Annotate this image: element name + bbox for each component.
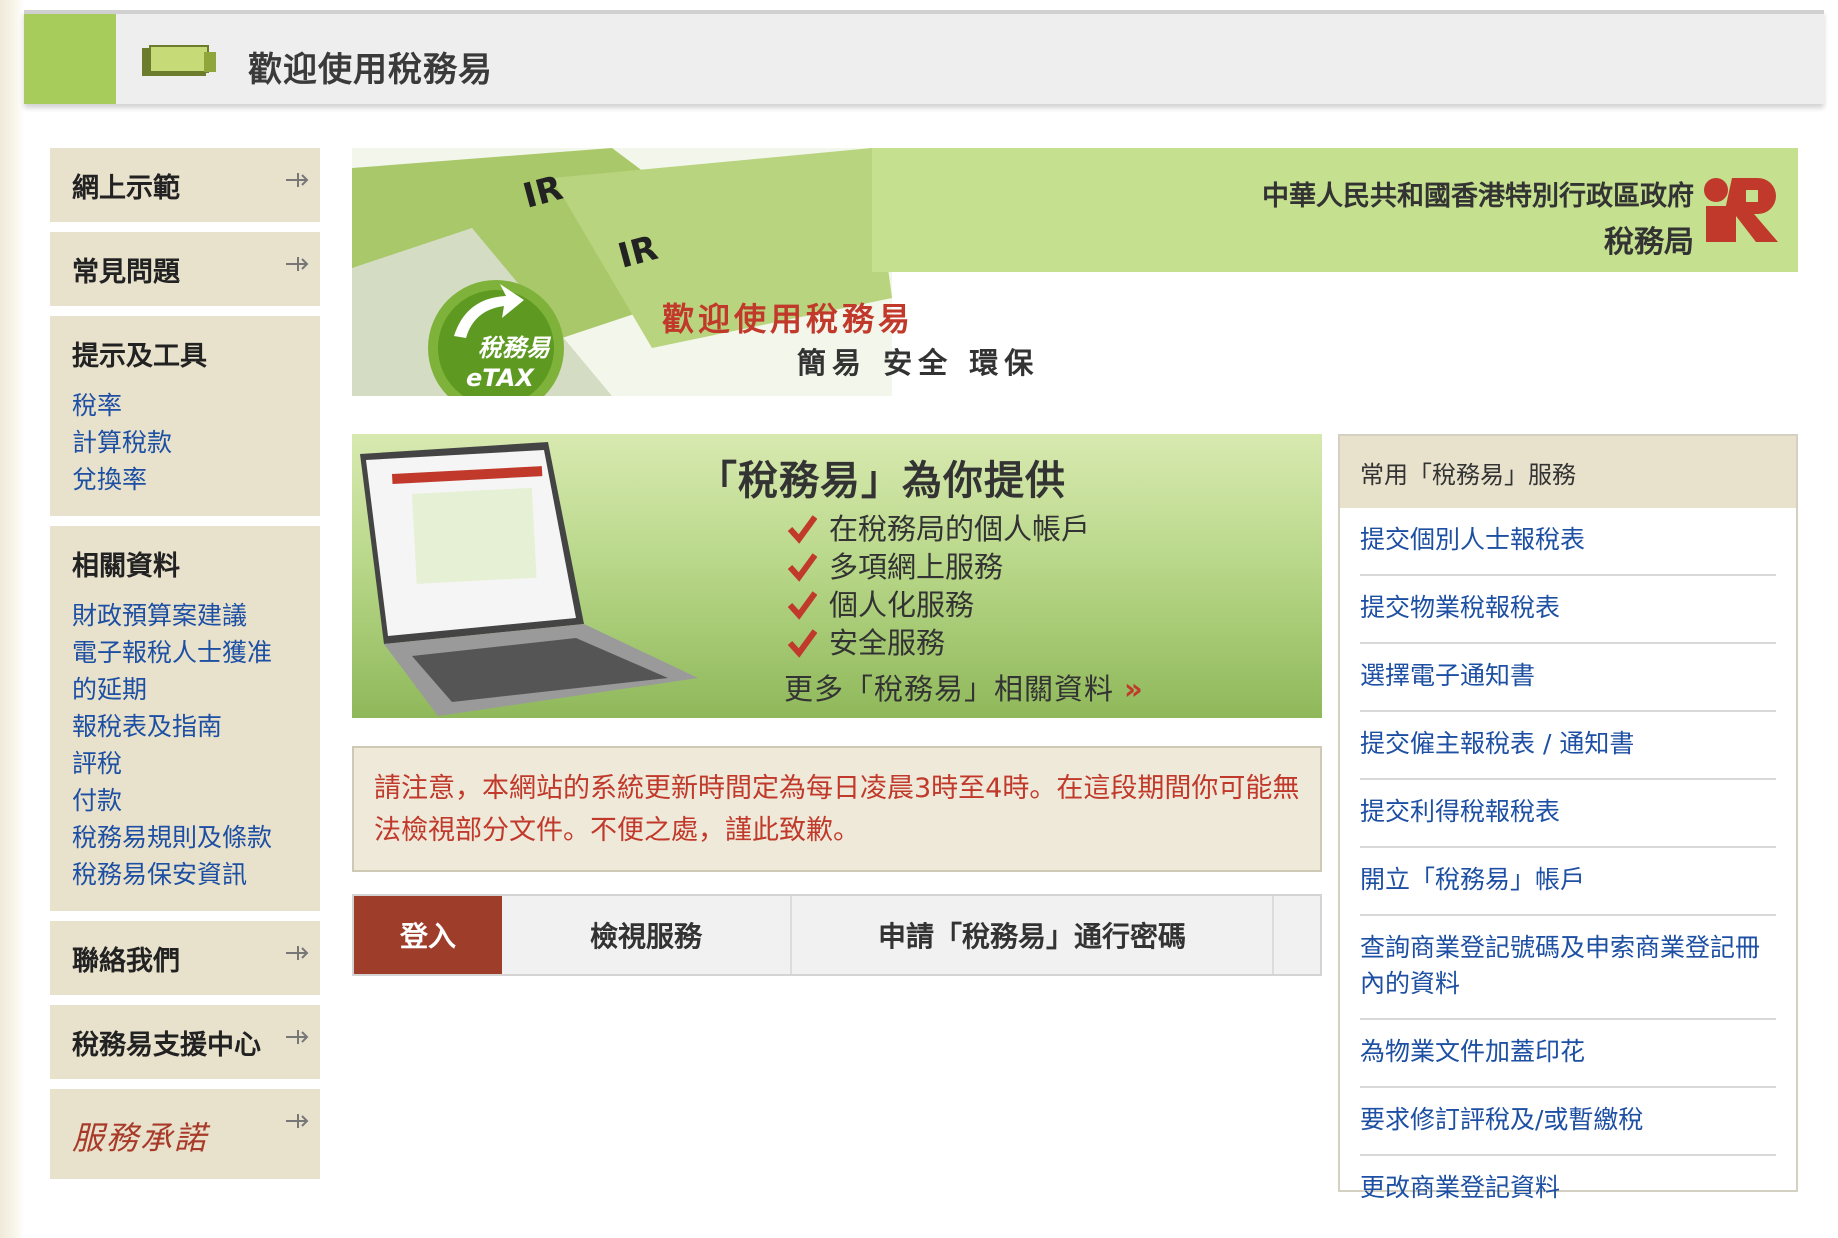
promo-more-link[interactable]: 更多「稅務易」相關資料» — [784, 666, 1144, 708]
promo-feature: 多項網上服務 — [787, 548, 1090, 586]
services-list: 提交個別人士報稅表 提交物業稅報稅表 選擇電子通知書 提交僱主報稅表 / 通知書… — [1340, 508, 1796, 1222]
service-link[interactable]: 開立「稅務易」帳戶 — [1360, 862, 1776, 898]
checkmark-icon — [787, 629, 817, 658]
promo-feature: 在稅務局的個人帳戶 — [787, 510, 1090, 548]
ird-logo-icon — [1704, 178, 1778, 242]
left-sidebar: 網上示範 常見問題 提示及工具 稅率 計算稅款 兌換率 相關資料 財政預算案建議… — [50, 148, 320, 1189]
double-chevron-right-icon: » — [1124, 672, 1144, 706]
sidebar-item-label: 稅務易支援中心 — [72, 1030, 261, 1061]
service-link[interactable]: 提交個別人士報稅表 — [1360, 522, 1776, 558]
checkmark-icon — [787, 515, 817, 544]
service-link[interactable]: 更改商業登記資料 — [1360, 1170, 1776, 1206]
sidebar-link-security[interactable]: 稅務易保安資訊 — [72, 856, 298, 893]
banner-tagline: 簡易 安全 環保 — [797, 346, 1040, 380]
arrow-right-icon — [286, 1030, 309, 1044]
header-bar: 歡迎使用稅務易 — [24, 10, 1824, 104]
sidebar-link-extension[interactable]: 電子報稅人士獲准 — [72, 634, 298, 671]
svg-text:稅務易: 稅務易 — [478, 334, 552, 362]
service-link[interactable]: 提交利得稅報稅表 — [1360, 794, 1776, 830]
sidebar-item-contact[interactable]: 聯絡我們 — [50, 921, 320, 995]
common-services-panel: 常用「稅務易」服務 提交個別人士報稅表 提交物業稅報稅表 選擇電子通知書 提交僱… — [1338, 434, 1798, 1202]
service-link[interactable]: 查詢商業登記號碼及申索商業登記冊內的資料 — [1360, 930, 1776, 1002]
sidebar-item-performance-pledge[interactable]: 服務承諾 — [50, 1089, 320, 1179]
checkmark-icon — [787, 591, 817, 620]
arrow-right-icon — [286, 173, 309, 187]
promo-title: 「稅務易」為你提供 — [697, 458, 1066, 504]
promo-feature: 安全服務 — [787, 624, 1090, 662]
sidebar-section-related: 相關資料 財政預算案建議 電子報稅人士獲准 的延期 報稅表及指南 評稅 付款 稅… — [50, 526, 320, 911]
svg-text:eTAX: eTAX — [466, 364, 535, 392]
sidebar-link-tax-calc[interactable]: 計算稅款 — [72, 424, 298, 461]
sidebar-link-budget[interactable]: 財政預算案建議 — [72, 597, 298, 634]
sidebar-link-returns-guides[interactable]: 報稅表及指南 — [72, 708, 298, 745]
sidebar-link-exchange-rates[interactable]: 兌換率 — [72, 461, 298, 498]
maintenance-notice: 請注意，本網站的系統更新時間定為每日凌晨3時至4時。在這段期間你可能無法檢視部分… — [352, 746, 1322, 872]
checkmark-icon — [787, 553, 817, 582]
service-link[interactable]: 提交物業稅報稅表 — [1360, 590, 1776, 626]
list-item: 開立「稅務易」帳戶 — [1360, 848, 1776, 916]
sidebar-item-support[interactable]: 稅務易支援中心 — [50, 1005, 320, 1079]
folder-icon — [142, 45, 216, 76]
etax-logo-icon: 稅務易 eTAX — [428, 280, 564, 396]
sidebar-item-label: 網上示範 — [72, 173, 180, 204]
list-item: 提交利得稅報稅表 — [1360, 780, 1776, 848]
arrow-right-icon — [286, 1114, 309, 1128]
tab-login[interactable]: 登入 — [354, 896, 502, 974]
promo-feature: 個人化服務 — [787, 586, 1090, 624]
header-accent — [24, 14, 116, 104]
pledge-label: 服務承諾 — [72, 1119, 209, 1157]
tab-apply-password[interactable]: 申請「稅務易」通行密碼 — [792, 896, 1274, 974]
service-link[interactable]: 提交僱主報稅表 / 通知書 — [1360, 726, 1776, 762]
sidebar-heading-tools: 提示及工具 — [72, 341, 207, 372]
government-name: 中華人民共和國香港特別行政區政府 稅務局 — [1262, 181, 1694, 260]
list-item: 為物業文件加蓋印花 — [1360, 1020, 1776, 1088]
page-edge — [0, 0, 24, 1238]
arrow-right-icon — [286, 946, 309, 960]
list-item: 更改商業登記資料 — [1360, 1156, 1776, 1222]
sidebar-link-payment[interactable]: 付款 — [72, 782, 298, 819]
sidebar-link-tax-rates[interactable]: 稅率 — [72, 387, 298, 424]
tab-view-services[interactable]: 檢視服務 — [502, 896, 792, 974]
sidebar-heading-related: 相關資料 — [72, 551, 180, 582]
promo-features: 在稅務局的個人帳戶 多項網上服務 個人化服務 安全服務 — [787, 510, 1090, 662]
list-item: 查詢商業登記號碼及申索商業登記冊內的資料 — [1360, 916, 1776, 1020]
page-title: 歡迎使用稅務易 — [248, 50, 493, 90]
sidebar-link-terms[interactable]: 稅務易規則及條款 — [72, 819, 298, 856]
arrow-right-icon — [286, 257, 309, 271]
list-item: 選擇電子通知書 — [1360, 644, 1776, 712]
action-tabs: 登入 檢視服務 申請「稅務易」通行密碼 — [352, 894, 1322, 976]
list-item: 提交僱主報稅表 / 通知書 — [1360, 712, 1776, 780]
service-link[interactable]: 為物業文件加蓋印花 — [1360, 1034, 1776, 1070]
etax-promo-panel[interactable]: 「稅務易」為你提供 在稅務局的個人帳戶 多項網上服務 個人化服務 安全服務 更多… — [352, 434, 1322, 718]
sidebar-item-faq[interactable]: 常見問題 — [50, 232, 320, 306]
list-item: 要求修訂評稅及/或暫繳稅 — [1360, 1088, 1776, 1156]
service-link[interactable]: 選擇電子通知書 — [1360, 658, 1776, 694]
services-heading: 常用「稅務易」服務 — [1340, 436, 1796, 508]
service-link[interactable]: 要求修訂評稅及/或暫繳稅 — [1360, 1102, 1776, 1138]
banner-welcome: 歡迎使用稅務易 — [662, 300, 915, 338]
sidebar-link-assessment[interactable]: 評稅 — [72, 745, 298, 782]
sidebar-link-extension-cont[interactable]: 的延期 — [72, 671, 298, 708]
etax-banner: IR IR 中華人民共和國香港特別行政區政府 稅務局 稅務易 eTAX 歡迎使用… — [352, 148, 1798, 396]
sidebar-item-label: 常見問題 — [72, 257, 180, 288]
sidebar-item-label: 聯絡我們 — [72, 946, 180, 977]
list-item: 提交個別人士報稅表 — [1360, 508, 1776, 576]
sidebar-item-demo[interactable]: 網上示範 — [50, 148, 320, 222]
list-item: 提交物業稅報稅表 — [1360, 576, 1776, 644]
notice-text: 請注意，本網站的系統更新時間定為每日凌晨3時至4時。在這段期間你可能無法檢視部分… — [374, 773, 1300, 846]
laptop-image — [360, 442, 698, 716]
sidebar-section-tools: 提示及工具 稅率 計算稅款 兌換率 — [50, 316, 320, 516]
